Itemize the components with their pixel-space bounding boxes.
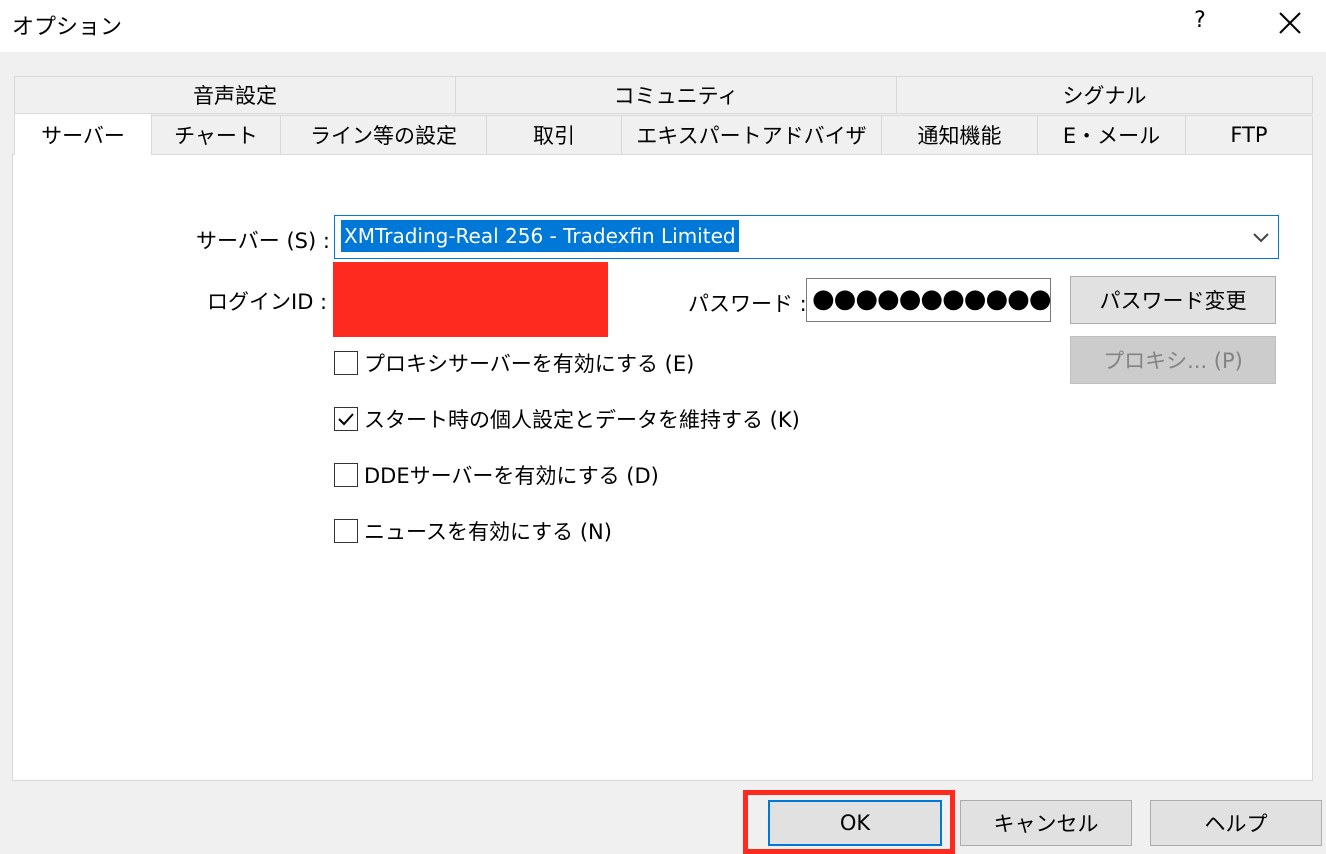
help-icon-button[interactable]: ? [1187, 8, 1213, 38]
help-button[interactable]: ヘルプ [1150, 800, 1322, 846]
tab-ftp[interactable]: FTP [1185, 115, 1313, 155]
enable-news-checkbox[interactable]: ニュースを有効にする (N) [334, 516, 612, 546]
tab-email[interactable]: E・メール [1037, 115, 1186, 155]
password-label: パスワード : [688, 292, 807, 316]
server-label: サーバー (S) : [196, 229, 330, 253]
tab-signals[interactable]: シグナル [896, 76, 1313, 114]
checkbox-label: プロキシサーバーを有効にする (E) [364, 352, 695, 376]
server-select-value: XMTrading-Real 256 - Tradexfin Limited [341, 220, 739, 252]
tab-expert-advisors[interactable]: エキスパートアドバイザ [621, 115, 882, 155]
tab-sound[interactable]: 音声設定 [14, 76, 456, 114]
checkbox-box[interactable] [334, 351, 358, 375]
enable-dde-checkbox[interactable]: DDEサーバーを有効にする (D) [334, 460, 659, 490]
checkbox-label: ニュースを有効にする (N) [364, 520, 612, 544]
checkbox-label: DDEサーバーを有効にする (D) [364, 464, 659, 488]
close-icon[interactable] [1273, 4, 1307, 42]
checkbox-box[interactable] [334, 519, 358, 543]
change-password-button[interactable]: パスワード変更 [1070, 276, 1276, 324]
checkbox-box[interactable] [334, 407, 358, 431]
ok-button[interactable]: OK [768, 800, 942, 846]
tab-objects[interactable]: ライン等の設定 [280, 115, 487, 155]
password-masked-value: ●●●●●●●●●●● [812, 284, 1052, 314]
keep-personal-settings-checkbox[interactable]: スタート時の個人設定とデータを維持する (K) [334, 404, 800, 434]
checkbox-label: スタート時の個人設定とデータを維持する (K) [364, 408, 800, 432]
title-bar [0, 0, 1326, 52]
login-id-redaction [333, 262, 608, 337]
tab-server[interactable]: サーバー [14, 113, 152, 155]
enable-proxy-checkbox[interactable]: プロキシサーバーを有効にする (E) [334, 348, 694, 378]
checkbox-box[interactable] [334, 463, 358, 487]
window-title: オプション [12, 15, 123, 40]
tab-trade[interactable]: 取引 [486, 115, 622, 155]
login-id-label: ログインID : [207, 290, 328, 314]
cancel-button[interactable]: キャンセル [960, 800, 1132, 846]
proxy-button[interactable]: プロキシ... (P) [1070, 336, 1276, 384]
tab-community[interactable]: コミュニティ [455, 76, 897, 114]
checkmark-icon [338, 413, 354, 426]
chevron-down-icon[interactable] [1248, 224, 1274, 250]
tab-notifications[interactable]: 通知機能 [881, 115, 1038, 155]
tab-chart[interactable]: チャート [151, 115, 281, 155]
